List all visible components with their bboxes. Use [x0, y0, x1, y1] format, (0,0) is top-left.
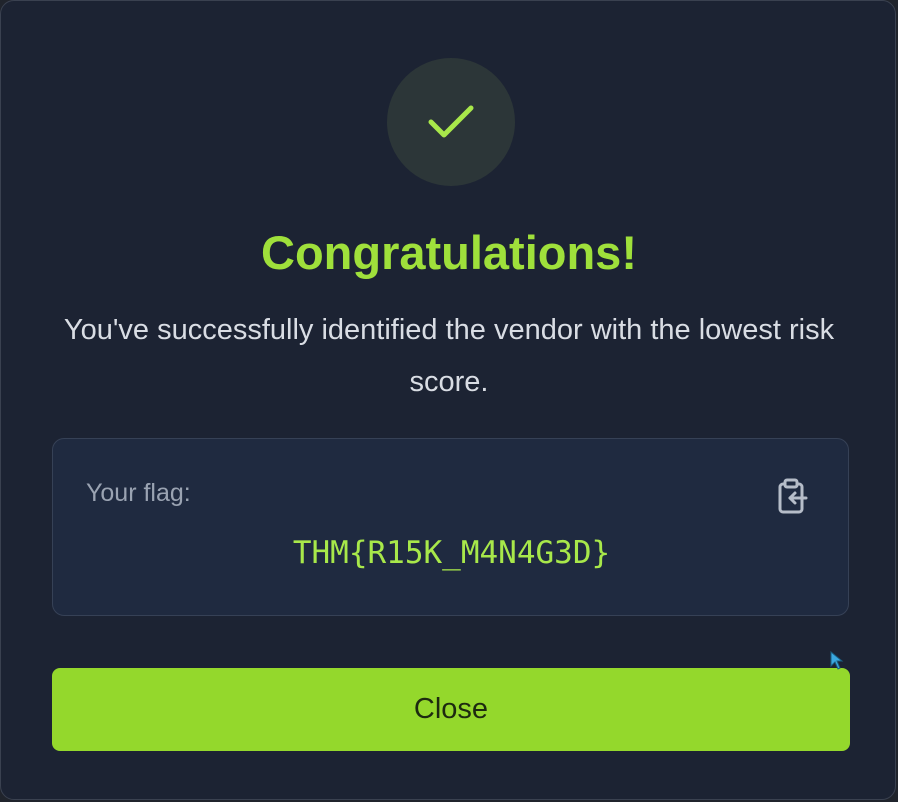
copy-flag-button[interactable]: [771, 475, 815, 519]
congratulations-dialog: Congratulations! You've successfully ide…: [0, 0, 896, 800]
checkmark-icon: [428, 105, 474, 138]
flag-label: Your flag:: [86, 479, 191, 507]
success-badge: [387, 58, 515, 186]
mouse-cursor-icon: [830, 651, 844, 670]
dialog-title: Congratulations!: [261, 226, 637, 279]
flag-panel: Your flag: THM{R15K_M4N4G3D}: [52, 438, 849, 616]
dialog-message: You've successfully identified the vendo…: [63, 314, 835, 398]
clipboard-copy-icon: [778, 478, 808, 514]
flag-value[interactable]: THM{R15K_M4N4G3D}: [53, 533, 850, 573]
close-button[interactable]: Close: [52, 668, 850, 751]
